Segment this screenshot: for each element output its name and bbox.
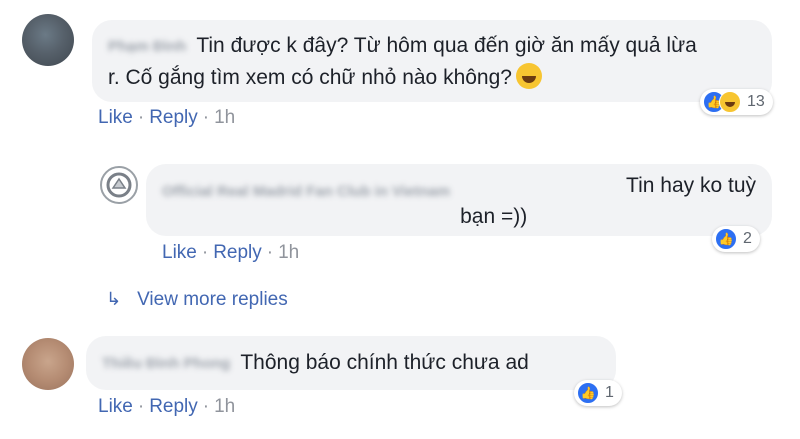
reaction-count: 2 <box>743 230 752 247</box>
avatar[interactable] <box>22 14 74 66</box>
comment-bubble: Official Real Madrid Fan Club in Vietnam… <box>146 164 772 236</box>
separator: · <box>266 242 274 263</box>
reply-arrow-icon: ↳ <box>106 289 122 309</box>
reaction-count: 1 <box>605 384 614 401</box>
comment-text: Tin được k đây? Từ hôm qua đến giờ ăn mấ… <box>196 34 697 57</box>
club-logo-icon <box>106 172 132 198</box>
like-link[interactable]: Like <box>162 242 197 263</box>
comment-bubble: Thiều Đình Phong Thông báo chính thức chư… <box>86 336 616 390</box>
comment-time[interactable]: 1h <box>278 242 299 263</box>
comment-author[interactable]: Official Real Madrid Fan Club in Vietnam <box>162 176 450 207</box>
comment-author[interactable]: Thiều Đình Phong <box>102 348 230 379</box>
comment-actions: Like · Reply · 1h <box>98 107 235 129</box>
comment-actions: Like · Reply · 1h <box>98 396 235 418</box>
comment-text: Tin hay ko tuỳ <box>626 174 756 197</box>
comment-author[interactable]: Phạm Đình <box>108 31 186 62</box>
reply-link[interactable]: Reply <box>149 107 198 128</box>
comment-time[interactable]: 1h <box>214 107 235 128</box>
like-link[interactable]: Like <box>98 107 133 128</box>
like-icon: 👍 <box>577 382 599 404</box>
view-more-replies[interactable]: ↳ View more replies <box>106 289 288 311</box>
reactions-summary[interactable]: 👍 1 <box>574 380 622 406</box>
comment-time[interactable]: 1h <box>214 396 235 417</box>
avatar[interactable] <box>22 338 74 390</box>
view-more-label[interactable]: View more replies <box>137 289 288 310</box>
haha-icon <box>719 91 741 113</box>
comment-text: r. Cố gắng tìm xem có chữ nhỏ nào không? <box>108 66 512 89</box>
separator: · <box>137 107 145 128</box>
separator: · <box>137 396 145 417</box>
comment-text: Thông báo chính thức chưa ad <box>240 351 529 374</box>
reactions-summary[interactable]: 👍 13 <box>700 89 773 115</box>
like-icon: 👍 <box>715 228 737 250</box>
reaction-count: 13 <box>747 93 765 110</box>
comment-actions: Like · Reply · 1h <box>162 242 299 264</box>
reply-link[interactable]: Reply <box>149 396 198 417</box>
separator: · <box>201 242 209 263</box>
comment-bubble: Phạm Đình Tin được k đây? Từ hôm qua đến … <box>92 20 772 102</box>
like-link[interactable]: Like <box>98 396 133 417</box>
reactions-summary[interactable]: 👍 2 <box>712 226 760 252</box>
avatar[interactable] <box>100 166 138 204</box>
laughing-emoji <box>515 63 542 89</box>
separator: · <box>202 396 210 417</box>
reply-link[interactable]: Reply <box>213 242 262 263</box>
separator: · <box>202 107 210 128</box>
